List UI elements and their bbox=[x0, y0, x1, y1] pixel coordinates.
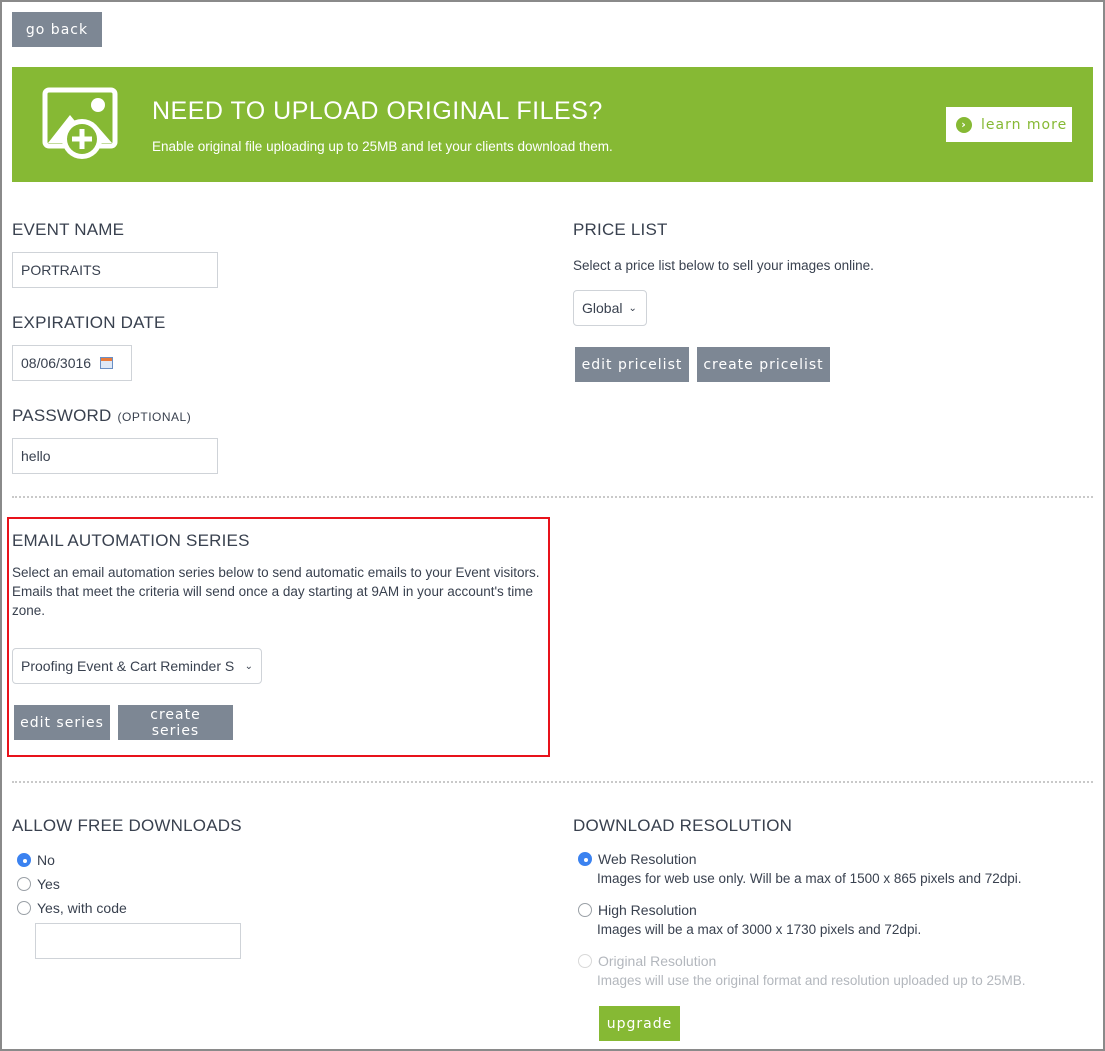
free-downloads-option-with-code[interactable]: Yes, with code bbox=[17, 900, 127, 916]
edit-pricelist-button[interactable]: edit pricelist bbox=[575, 347, 689, 382]
go-back-button[interactable]: go back bbox=[12, 12, 102, 47]
radio-unchecked-icon[interactable] bbox=[17, 877, 31, 891]
resolution-option-description: Images will use the original format and … bbox=[597, 973, 1026, 988]
radio-disabled-icon bbox=[578, 954, 592, 968]
resolution-option-original: Original Resolution bbox=[578, 953, 716, 969]
resolution-option-description: Images will be a max of 3000 x 1730 pixe… bbox=[597, 922, 922, 937]
learn-more-button[interactable]: › learn more bbox=[946, 107, 1072, 142]
price-list-label: PRICE LIST bbox=[573, 220, 668, 239]
learn-more-label: learn more bbox=[981, 116, 1068, 133]
chevron-down-icon: ⌄ bbox=[244, 660, 253, 672]
upload-originals-banner: NEED TO UPLOAD ORIGINAL FILES? Enable or… bbox=[12, 67, 1093, 182]
free-downloads-option-no[interactable]: No bbox=[17, 852, 55, 868]
banner-subtitle: Enable original file uploading up to 25M… bbox=[152, 139, 613, 154]
option-label: Yes, with code bbox=[37, 900, 127, 916]
expiration-date-label: EXPIRATION DATE bbox=[12, 313, 166, 332]
email-automation-description-1: Select an email automation series below … bbox=[12, 565, 540, 580]
expiration-date-input[interactable]: 08/06/3016 bbox=[12, 345, 132, 381]
option-label: High Resolution bbox=[598, 902, 697, 918]
radio-checked-icon[interactable] bbox=[17, 853, 31, 867]
download-code-input[interactable] bbox=[35, 923, 241, 959]
chevron-down-icon: ⌄ bbox=[628, 302, 637, 314]
upgrade-button[interactable]: upgrade bbox=[599, 1006, 680, 1041]
email-automation-label: EMAIL AUTOMATION SERIES bbox=[12, 531, 250, 550]
password-input[interactable]: hello bbox=[12, 438, 218, 474]
radio-checked-icon[interactable] bbox=[578, 852, 592, 866]
event-name-input[interactable]: PORTRAITS bbox=[12, 252, 218, 288]
email-automation-description: Select an email automation series below … bbox=[12, 563, 542, 620]
password-label-text: PASSWORD bbox=[12, 406, 112, 425]
radio-unchecked-icon[interactable] bbox=[578, 903, 592, 917]
section-divider bbox=[12, 781, 1093, 783]
banner-title: NEED TO UPLOAD ORIGINAL FILES? bbox=[152, 97, 603, 125]
free-downloads-label: ALLOW FREE DOWNLOADS bbox=[12, 816, 242, 835]
option-label: No bbox=[37, 852, 55, 868]
chevron-right-circle-icon: › bbox=[956, 116, 972, 133]
resolution-option-description: Images for web use only. Will be a max o… bbox=[597, 871, 1022, 886]
create-series-button[interactable]: create series bbox=[118, 705, 233, 740]
email-automation-description-2: Emails that meet the criteria will send … bbox=[12, 584, 534, 618]
option-label: Web Resolution bbox=[598, 851, 697, 867]
option-label: Yes bbox=[37, 876, 60, 892]
password-optional-note: (OPTIONAL) bbox=[117, 410, 192, 424]
event-name-label: EVENT NAME bbox=[12, 220, 125, 239]
radio-unchecked-icon[interactable] bbox=[17, 901, 31, 915]
download-resolution-label: DOWNLOAD RESOLUTION bbox=[573, 816, 793, 835]
email-series-select[interactable]: Proofing Event & Cart Reminder S ⌄ bbox=[12, 648, 262, 684]
price-list-description: Select a price list below to sell your i… bbox=[573, 258, 874, 273]
section-divider bbox=[12, 496, 1093, 498]
resolution-option-web[interactable]: Web Resolution bbox=[578, 851, 697, 867]
calendar-icon[interactable] bbox=[100, 357, 114, 369]
edit-series-button[interactable]: edit series bbox=[14, 705, 110, 740]
resolution-option-high[interactable]: High Resolution bbox=[578, 902, 697, 918]
option-label: Original Resolution bbox=[598, 953, 717, 969]
image-add-icon bbox=[42, 87, 122, 168]
price-list-selected: Global bbox=[582, 300, 623, 316]
create-pricelist-button[interactable]: create pricelist bbox=[697, 347, 830, 382]
password-label: PASSWORD (OPTIONAL) bbox=[12, 406, 191, 426]
price-list-select[interactable]: Global ⌄ bbox=[573, 290, 647, 326]
free-downloads-option-yes[interactable]: Yes bbox=[17, 876, 60, 892]
email-series-selected: Proofing Event & Cart Reminder S bbox=[21, 658, 235, 674]
expiration-date-value: 08/06/3016 bbox=[21, 355, 92, 371]
